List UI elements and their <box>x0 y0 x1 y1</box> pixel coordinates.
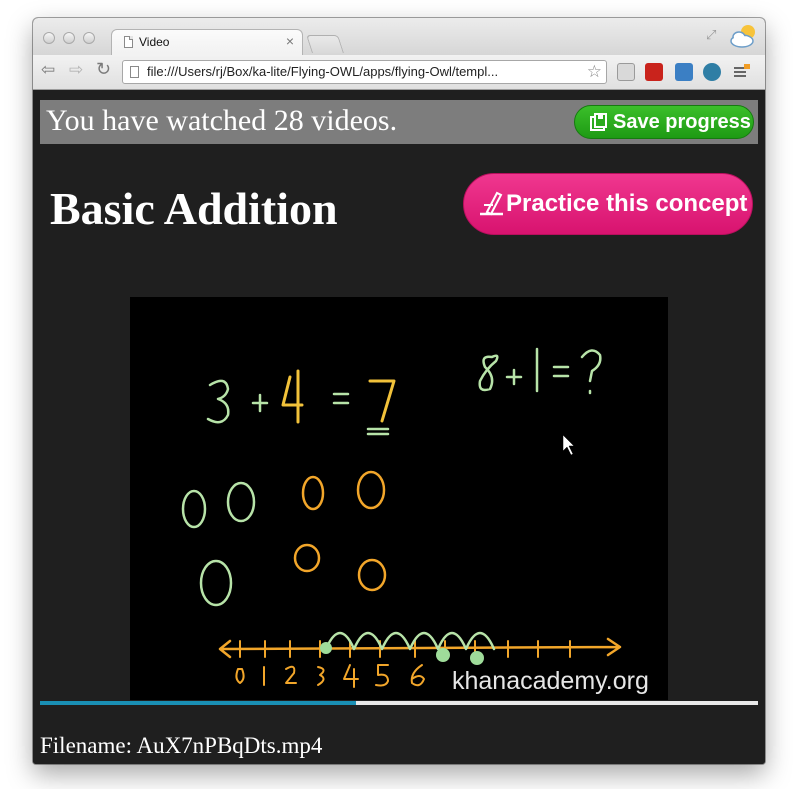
save-progress-label: Save progress <box>613 111 751 133</box>
progress-header: You have watched 28 videos. Save progres… <box>40 100 758 144</box>
page-title: Basic Addition <box>50 183 338 234</box>
practice-concept-label: Practice this concept <box>506 190 748 217</box>
filename-text: Filename: AuX7nPBqDts.mp4 <box>40 733 323 758</box>
tab-close-icon[interactable]: × <box>286 33 294 49</box>
document-icon <box>130 66 139 78</box>
browser-toolbar: ⇦ ⇨ ↻ file:///Users/rj/Box/ka-lite/Flyin… <box>33 55 765 90</box>
rss-icon[interactable] <box>703 63 721 81</box>
bookmark-star-icon[interactable]: ☆ <box>587 62 602 82</box>
menu-icon[interactable] <box>733 63 751 81</box>
new-tab-button[interactable] <box>306 35 344 53</box>
save-icon <box>590 113 607 131</box>
browser-window: Video × ⤢ ⇦ ⇨ ↻ file:///Users/rj/Box/ka-… <box>33 18 765 764</box>
fullscreen-icon[interactable]: ⤢ <box>706 27 716 43</box>
lastpass-icon[interactable] <box>645 63 663 81</box>
practice-concept-button[interactable]: Practice this concept <box>463 173 753 235</box>
address-bar[interactable]: file:///Users/rj/Box/ka-lite/Flying-OWL/… <box>122 60 607 84</box>
pencil-icon <box>480 191 503 216</box>
readability-icon[interactable] <box>617 63 635 81</box>
zoom-window-button[interactable] <box>83 32 95 44</box>
video-frame <box>181 347 622 688</box>
tab-title: Video <box>139 35 170 49</box>
weather-icon[interactable] <box>728 22 758 50</box>
save-progress-button[interactable]: Save progress <box>574 105 754 139</box>
minimize-window-button[interactable] <box>63 32 75 44</box>
video-seek-bar[interactable] <box>40 701 758 705</box>
screenshot-icon[interactable] <box>675 63 693 81</box>
back-arrow-icon[interactable]: ⇦ <box>41 60 55 80</box>
page-content: You have watched 28 videos. Save progres… <box>33 90 765 764</box>
forward-arrow-icon[interactable]: ⇨ <box>69 60 83 80</box>
document-icon <box>124 36 133 48</box>
close-window-button[interactable] <box>43 32 55 44</box>
video-seek-progress <box>40 701 356 705</box>
videos-watched-text: You have watched 28 videos. <box>46 104 398 137</box>
tab-video[interactable]: Video × <box>111 29 303 56</box>
khan-academy-watermark: khanacademy.org <box>452 667 649 695</box>
url-text[interactable]: file:///Users/rj/Box/ka-lite/Flying-OWL/… <box>147 64 575 79</box>
video-player[interactable]: khanacademy.org <box>130 297 668 700</box>
reload-icon[interactable]: ↻ <box>96 59 111 80</box>
tab-bar: Video × ⤢ <box>33 18 765 56</box>
